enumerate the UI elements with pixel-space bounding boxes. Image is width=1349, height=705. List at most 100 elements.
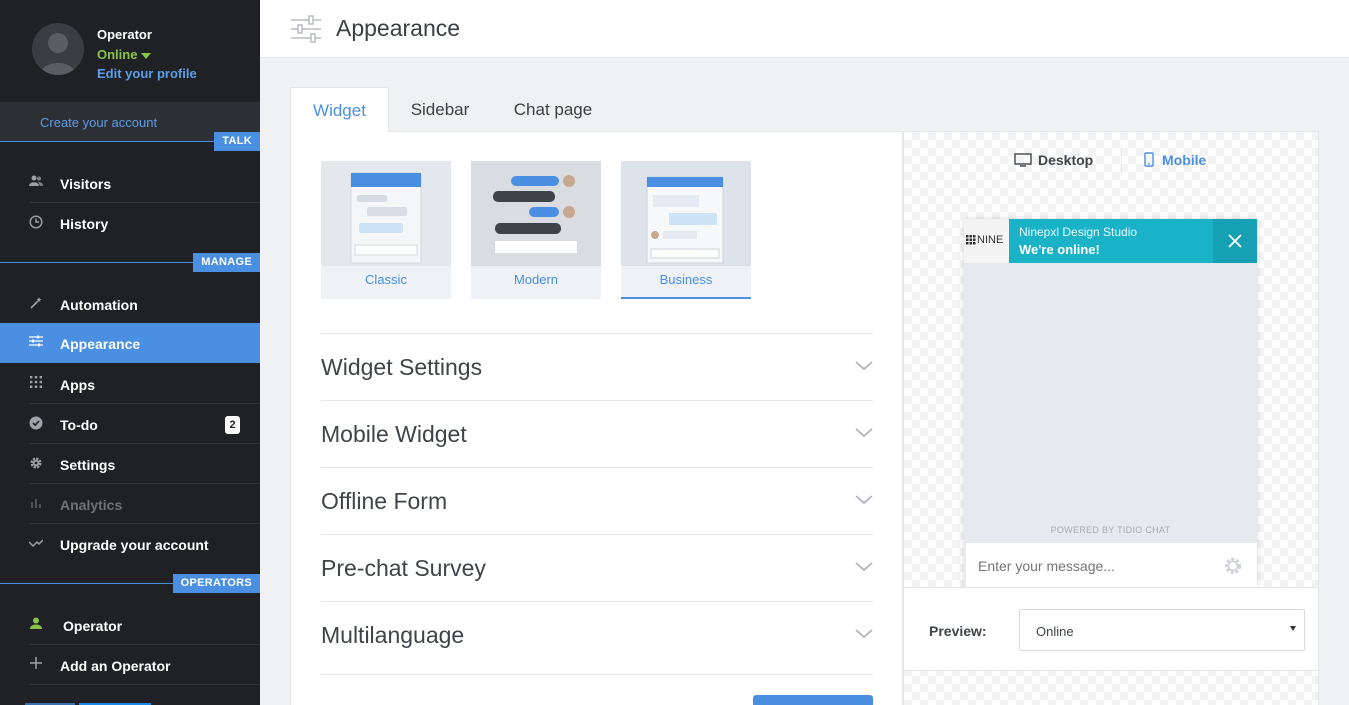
close-button[interactable] xyxy=(1213,219,1257,263)
style-card-label: Classic xyxy=(365,272,407,287)
sidebar-item-label: Visitors xyxy=(60,176,112,192)
sidebar-item-label: History xyxy=(60,216,109,232)
edit-profile-link[interactable]: Edit your profile xyxy=(97,66,197,81)
magic-wand-icon xyxy=(28,296,44,312)
status-label: Online xyxy=(97,47,138,62)
create-account-link[interactable]: Create your account xyxy=(40,115,157,130)
powered-by: POWERED BY TIDIO CHAT xyxy=(1050,525,1171,535)
accordion-widget-settings[interactable]: Widget Settings xyxy=(321,333,873,400)
gear-icon xyxy=(28,456,44,472)
device-switch: Desktop Mobile xyxy=(904,132,1318,188)
sidebar-item-label: Appearance xyxy=(60,336,141,352)
classic-thumbnail-image xyxy=(321,161,451,266)
preview-mode-select[interactable]: Online xyxy=(1019,609,1305,651)
sidebar-item-analytics[interactable]: Analytics xyxy=(0,484,260,524)
bar-chart-icon xyxy=(28,496,44,512)
sidebar-item-history[interactable]: History xyxy=(0,203,260,243)
style-card-label: Business xyxy=(659,272,713,287)
sliders-icon xyxy=(28,335,44,351)
style-card-modern[interactable]: Modern xyxy=(471,161,601,299)
check-circle-icon xyxy=(28,416,44,432)
chevron-down-icon xyxy=(855,361,873,371)
tab-chat-page[interactable]: Chat page xyxy=(505,87,601,132)
chevron-down-icon xyxy=(855,495,873,505)
user-icon xyxy=(28,617,44,633)
sidebar-item-todo[interactable]: To-do 2 xyxy=(0,404,260,444)
sidebar-item-automation[interactable]: Automation xyxy=(0,284,260,324)
business-thumbnail-image xyxy=(621,161,751,266)
gear-icon[interactable] xyxy=(1223,556,1243,576)
sidebar-item-label: Apps xyxy=(60,377,95,393)
section-divider xyxy=(0,262,200,263)
sidebar-item-label: Operator xyxy=(63,618,123,634)
sidebar-item-label: To-do xyxy=(60,417,98,433)
accordion-mobile-widget[interactable]: Mobile Widget xyxy=(321,400,873,467)
mobile-toggle[interactable]: Mobile xyxy=(1144,152,1206,168)
accordion-offline-form[interactable]: Offline Form xyxy=(321,467,873,534)
accordion-title: Offline Form xyxy=(321,488,448,514)
modern-thumbnail-image xyxy=(471,161,601,266)
section-divider xyxy=(0,141,218,142)
sidebar-item-label: Add an Operator xyxy=(60,658,171,674)
online-status: We're online! xyxy=(1019,242,1100,257)
tab-sidebar[interactable]: Sidebar xyxy=(398,87,482,132)
page-header: Appearance xyxy=(260,0,1349,58)
users-icon xyxy=(28,175,44,191)
sidebar-item-label: Analytics xyxy=(60,497,123,513)
widget-header: Ninepxl Design Studio We're online! xyxy=(1009,219,1257,263)
company-name: Ninepxl Design Studio xyxy=(1019,225,1138,239)
plus-icon xyxy=(28,657,44,673)
preview-mode-value: Online xyxy=(1036,624,1074,639)
sidebar-item-add-operator[interactable]: Add an Operator xyxy=(0,645,260,685)
mobile-label: Mobile xyxy=(1162,152,1207,168)
phone-icon xyxy=(1144,152,1154,167)
style-card-business[interactable]: Business xyxy=(621,161,751,299)
sidebar-item-visitors[interactable]: Visitors xyxy=(0,163,260,203)
grid-icon xyxy=(28,376,44,392)
chevron-down-icon xyxy=(855,428,873,438)
chevron-down-icon xyxy=(855,629,873,639)
preview-mode-bar: Preview: Online xyxy=(904,587,1318,671)
bottom-buttons xyxy=(25,700,155,705)
widget-preview: Desktop Mobile NINE Ninepxl Design Studi… xyxy=(903,131,1319,705)
style-card-classic[interactable]: Classic xyxy=(321,161,451,299)
sidebar-item-operator[interactable]: Operator xyxy=(0,605,260,645)
desktop-label: Desktop xyxy=(1038,152,1094,168)
caret-down-icon xyxy=(141,52,152,59)
page-title: Appearance xyxy=(336,15,461,41)
avatar[interactable] xyxy=(32,23,84,75)
sidebar-item-appearance[interactable]: Appearance xyxy=(0,323,260,363)
todo-count-badge: 2 xyxy=(225,416,240,434)
sidebar-item-upgrade[interactable]: Upgrade your account xyxy=(0,524,260,564)
sidebar-item-apps[interactable]: Apps xyxy=(0,364,260,404)
desktop-toggle[interactable]: Desktop xyxy=(1014,152,1093,168)
divider xyxy=(30,684,260,685)
caret-down-icon xyxy=(1290,626,1296,631)
sidebar: Operator Online Edit your profile Create… xyxy=(0,0,260,705)
accordion-pre-chat-survey[interactable]: Pre-chat Survey xyxy=(321,534,873,601)
chevron-down-icon xyxy=(855,562,873,572)
accordion-title: Multilanguage xyxy=(321,622,465,648)
sidebar-item-label: Automation xyxy=(60,297,138,313)
accordion-title: Mobile Widget xyxy=(321,421,467,447)
close-icon xyxy=(1228,234,1242,248)
section-tag-operators: OPERATORS xyxy=(172,574,260,593)
section-tag-talk: TALK xyxy=(214,132,260,151)
sidebar-item-settings[interactable]: Settings xyxy=(0,444,260,484)
tab-widget[interactable]: Widget xyxy=(290,87,389,132)
company-logo: NINE xyxy=(964,219,1009,263)
message-input[interactable] xyxy=(966,543,1257,589)
section-tag-manage: MANAGE xyxy=(193,253,260,272)
operator-name: Operator xyxy=(97,27,152,42)
style-card-label: Modern xyxy=(513,272,559,287)
accordion-multilanguage[interactable]: Multilanguage xyxy=(321,601,873,675)
divider xyxy=(1121,147,1122,175)
clock-icon xyxy=(28,215,44,231)
preview-label: Preview: xyxy=(929,623,987,639)
logo-text: NINE xyxy=(977,234,1003,246)
profile-panel: Operator Online Edit your profile xyxy=(0,0,260,102)
sliders-icon xyxy=(291,15,321,48)
status-dropdown[interactable]: Online xyxy=(97,47,152,62)
accordion-title: Widget Settings xyxy=(321,354,483,380)
save-button[interactable] xyxy=(753,695,873,705)
